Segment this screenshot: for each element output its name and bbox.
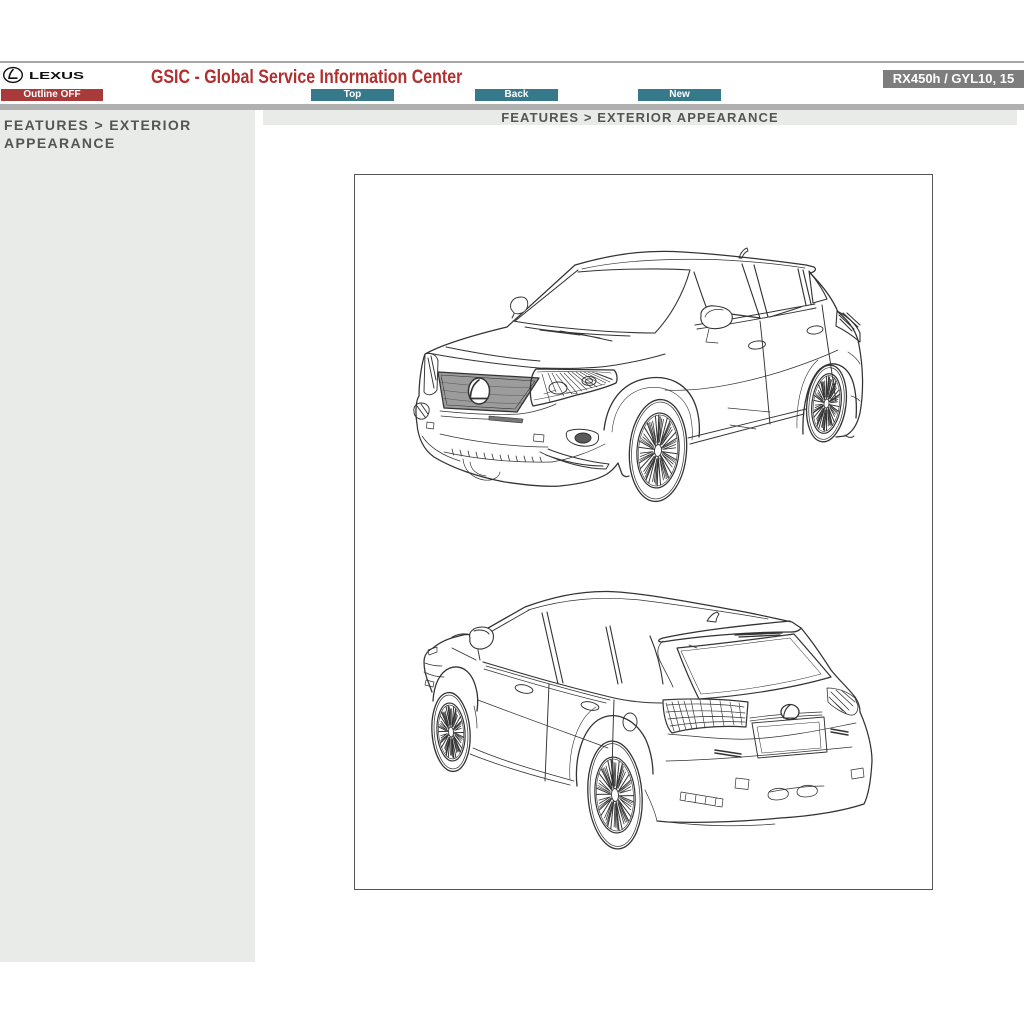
svg-text:LEXUS: LEXUS xyxy=(29,70,84,82)
